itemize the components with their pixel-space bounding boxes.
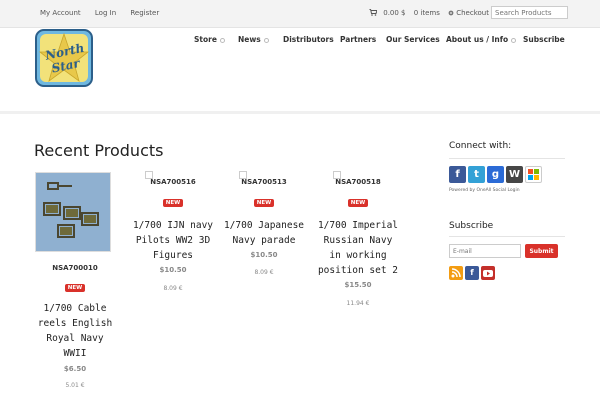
north-star-logo[interactable]: North Star — [34, 28, 94, 88]
nav-subscribe[interactable]: Subscribe — [523, 35, 565, 44]
subscribe-title: Subscribe — [449, 221, 494, 231]
youtube-icon[interactable] — [481, 266, 495, 280]
new-badge: NEW — [64, 284, 86, 292]
product-name[interactable]: 1/700 Japanese Navy parade — [219, 218, 309, 248]
product-name-line: 1/700 Japanese — [223, 220, 305, 231]
facebook-icon[interactable]: f — [465, 266, 479, 280]
product-sku: NSA700516 — [150, 178, 196, 186]
product-price: $10.50 — [159, 266, 187, 274]
new-badge: NEW — [162, 199, 184, 207]
product-name-line: 1/700 Cable — [43, 303, 107, 314]
cart-icon — [369, 8, 378, 16]
nav-news-label: News — [238, 35, 261, 44]
product-image[interactable] — [35, 172, 111, 252]
product-name[interactable]: 1/700 Cable reels English Royal Navy WWI… — [35, 301, 115, 361]
product-name-line: 1/700 IJN navy — [132, 220, 214, 231]
product-price-eur: 8.09 € — [163, 285, 183, 292]
facebook-icon[interactable]: f — [449, 166, 466, 183]
product-price-eur: 11.94 € — [346, 300, 370, 307]
product-name-line: position set 2 — [317, 265, 399, 276]
product-card[interactable]: NSA700010 NEW 1/700 Cable reels English … — [35, 172, 115, 389]
product-sku: NSA700513 — [241, 178, 287, 186]
product-name-line: 1/700 Imperial — [317, 220, 399, 231]
nav-distributors-label: Distributors — [283, 35, 334, 44]
product-name[interactable]: 1/700 IJN navy Pilots WW2 3D Figures — [128, 218, 218, 263]
checkout-link[interactable]: Checkout — [448, 9, 489, 17]
product-card[interactable]: NSA700513 NEW 1/700 Japanese Navy parade… — [219, 178, 309, 276]
rss-icon[interactable] — [449, 266, 463, 280]
cart-summary[interactable]: 0.00 $ 0 items — [369, 8, 440, 17]
product-name-line: Pilots WW2 3D — [135, 235, 211, 246]
twitter-icon[interactable]: t — [468, 166, 485, 183]
product-sku: NSA700518 — [335, 178, 381, 186]
chevron-down-icon — [511, 37, 517, 43]
product-name-line: Figures — [152, 250, 194, 261]
product-price-eur: 5.01 € — [65, 382, 85, 389]
nav-partners-label: Partners — [340, 35, 377, 44]
chevron-down-icon — [219, 37, 225, 43]
nav-news[interactable]: News — [238, 35, 269, 44]
nav-our-services[interactable]: Our Services — [386, 35, 440, 44]
nav-services-label: Our Services — [386, 35, 440, 44]
google-icon[interactable]: g — [487, 166, 504, 183]
register-link[interactable]: Register — [130, 9, 159, 17]
product-price: $10.50 — [250, 251, 278, 259]
product-name-line: Royal Navy — [46, 333, 104, 344]
nav-subscribe-label: Subscribe — [523, 35, 565, 44]
product-name-line: Russian Navy — [323, 235, 393, 246]
product-price-eur: 8.09 € — [254, 269, 274, 276]
product-name-line: WWII — [63, 348, 87, 359]
top-bar: My Account Log In Register 0.00 $ 0 item… — [0, 0, 600, 28]
product-card[interactable]: NSA700516 NEW 1/700 IJN navy Pilots WW2 … — [128, 178, 218, 292]
cart-items: 0 items — [413, 9, 440, 17]
cable-reels-image — [36, 173, 110, 251]
gear-icon — [448, 10, 454, 16]
product-name-line: in working — [329, 250, 387, 261]
product-price: $15.50 — [344, 281, 372, 289]
product-price: $6.50 — [63, 365, 87, 373]
my-account-link[interactable]: My Account — [40, 9, 81, 17]
product-sku: NSA700010 — [52, 264, 98, 272]
product-name-line: reels English — [37, 318, 113, 329]
cart-amount: 0.00 $ — [383, 9, 406, 17]
new-badge: NEW — [347, 199, 369, 207]
product-name-line: Navy parade — [232, 235, 296, 246]
product-name[interactable]: 1/700 Imperial Russian Navy in working p… — [312, 218, 404, 278]
wordpress-icon[interactable]: W — [506, 166, 523, 183]
powered-by-text[interactable]: Powered by OneAll Social Login — [449, 188, 520, 193]
divider — [449, 236, 565, 237]
site-header: North Star Store News Distributors Partn… — [0, 28, 600, 114]
checkout-label: Checkout — [456, 9, 489, 17]
chevron-down-icon — [263, 37, 269, 43]
windows-icon[interactable] — [525, 166, 542, 183]
new-badge: NEW — [253, 199, 275, 207]
account-links: My Account Log In Register — [40, 9, 171, 17]
product-card[interactable]: NSA700518 NEW 1/700 Imperial Russian Nav… — [312, 178, 404, 307]
nav-partners[interactable]: Partners — [340, 35, 376, 44]
divider — [449, 158, 565, 159]
connect-title: Connect with: — [449, 141, 512, 151]
nav-store[interactable]: Store — [194, 35, 225, 44]
page-title: Recent Products — [34, 141, 164, 160]
login-link[interactable]: Log In — [95, 9, 116, 17]
nav-about[interactable]: About us / Info — [446, 35, 517, 44]
nav-about-label: About us / Info — [446, 35, 509, 44]
email-field[interactable] — [449, 244, 521, 258]
nav-distributors[interactable]: Distributors — [283, 35, 334, 44]
submit-button[interactable]: Submit — [525, 244, 558, 258]
search-input[interactable] — [491, 6, 568, 19]
nav-store-label: Store — [194, 35, 217, 44]
